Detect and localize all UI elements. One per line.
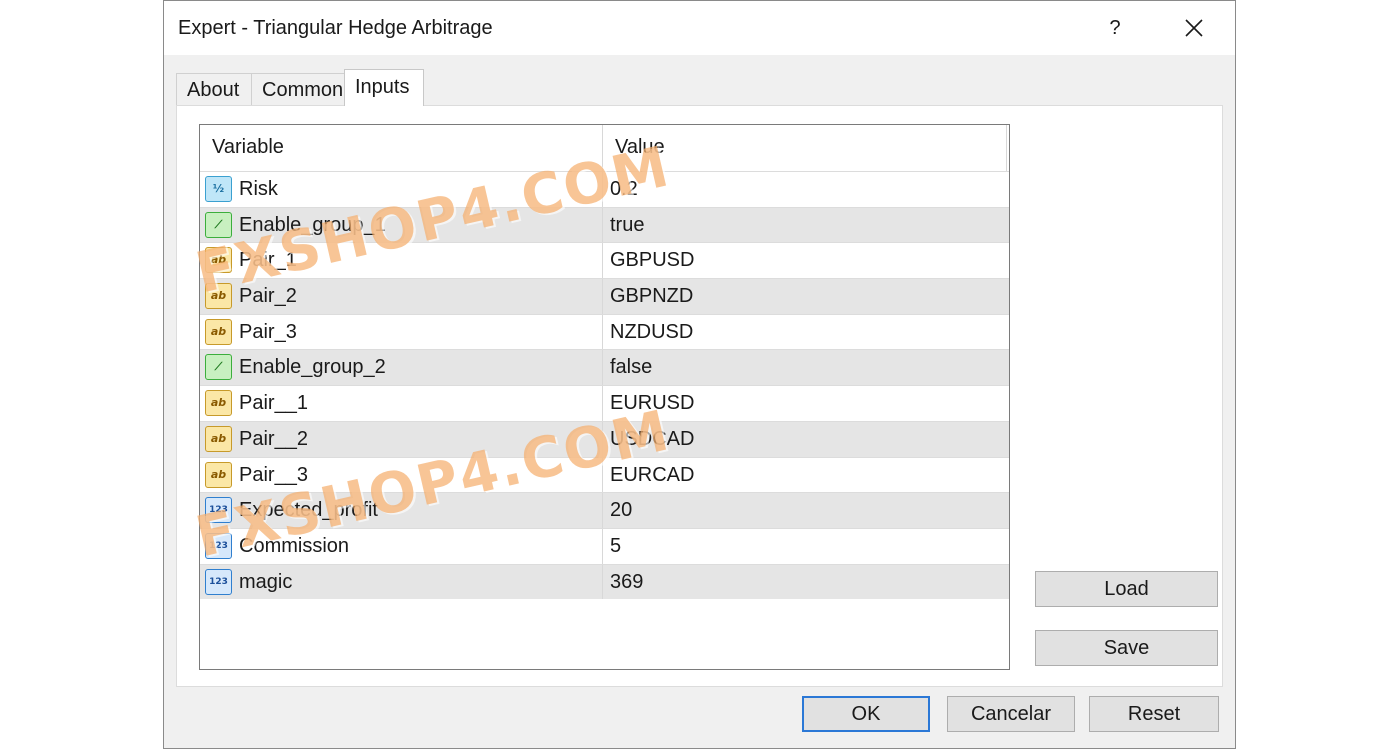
value-cell[interactable]: GBPNZD: [603, 279, 1007, 314]
close-icon: [1185, 19, 1203, 37]
boolean-icon: ⟋: [205, 211, 232, 238]
value-cell[interactable]: false: [603, 350, 1007, 385]
table-row[interactable]: ⟋ Enable_group_1 true: [200, 206, 1009, 243]
value-cell[interactable]: 0.2: [603, 172, 1007, 207]
variable-cell[interactable]: ab Pair__2: [200, 421, 603, 457]
variable-name: Expected_profit: [239, 499, 378, 522]
string-icon: ab: [205, 461, 232, 488]
column-header-variable[interactable]: Variable: [200, 125, 603, 171]
expert-dialog: Expert - Triangular Hedge Arbitrage ? Ab…: [163, 0, 1236, 749]
string-icon: ab: [205, 318, 232, 345]
variable-name: magic: [239, 570, 293, 593]
variable-cell[interactable]: ⟋ Enable_group_2: [200, 350, 603, 386]
variable-name: Commission: [239, 534, 350, 557]
string-icon: ab: [205, 247, 232, 274]
string-icon: ab: [205, 390, 232, 417]
variable-name: Enable_group_2: [239, 356, 386, 379]
table-row[interactable]: 123 magic 369: [200, 563, 1009, 600]
variable-cell[interactable]: 123 Expected_profit: [200, 493, 603, 528]
help-button[interactable]: ?: [1088, 9, 1142, 47]
table-row[interactable]: ½ Risk 0.2: [200, 171, 1009, 207]
value-cell[interactable]: true: [603, 208, 1007, 243]
string-icon: ab: [205, 425, 232, 452]
variable-cell[interactable]: ab Pair__1: [200, 386, 603, 421]
ok-button[interactable]: OK: [802, 696, 930, 732]
variable-cell[interactable]: ab Pair_1: [200, 243, 603, 279]
window-title: Expert - Triangular Hedge Arbitrage: [178, 17, 493, 39]
integer-icon: 123: [205, 568, 232, 595]
variable-name: Enable_group_1: [239, 213, 386, 236]
boolean-icon: ⟋: [205, 354, 232, 381]
variable-name: Pair__3: [239, 463, 308, 486]
variable-cell[interactable]: ½ Risk: [200, 172, 603, 207]
variable-cell[interactable]: ab Pair__3: [200, 457, 603, 493]
value-cell[interactable]: 20: [603, 493, 1007, 528]
column-header-value[interactable]: Value: [603, 125, 1007, 171]
variable-cell[interactable]: ab Pair_2: [200, 279, 603, 314]
variable-name: Pair_3: [239, 320, 297, 343]
table-row[interactable]: ab Pair__2 USDCAD: [200, 420, 1009, 457]
inputs-panel: Variable Value ½ Risk 0.2 ⟋ Enable_group_1 tr…: [176, 105, 1223, 687]
cancel-button[interactable]: Cancelar: [947, 696, 1075, 732]
value-cell[interactable]: GBPUSD: [603, 243, 1007, 278]
save-button[interactable]: Save: [1035, 630, 1218, 666]
inputs-grid: Variable Value ½ Risk 0.2 ⟋ Enable_group_1 tr…: [199, 124, 1010, 670]
variable-name: Risk: [239, 178, 278, 200]
value-cell[interactable]: EURUSD: [603, 386, 1007, 421]
table-row[interactable]: 123 Commission 5: [200, 527, 1009, 564]
grid-rows: ½ Risk 0.2 ⟋ Enable_group_1 true ab Pair_1 GBPUS…: [200, 171, 1009, 600]
variable-name: Pair__1: [239, 392, 308, 415]
title-bar: Expert - Triangular Hedge Arbitrage ?: [164, 1, 1235, 55]
table-row[interactable]: ab Pair_3 NZDUSD: [200, 313, 1009, 350]
variable-cell[interactable]: ab Pair_3: [200, 314, 603, 350]
table-row[interactable]: ab Pair_1 GBPUSD: [200, 242, 1009, 279]
integer-icon: 123: [205, 532, 232, 559]
table-row[interactable]: ab Pair__3 EURCAD: [200, 456, 1009, 493]
value-cell[interactable]: 5: [603, 529, 1007, 564]
variable-name: Pair_2: [239, 285, 297, 308]
integer-icon: 123: [205, 497, 232, 524]
reset-button[interactable]: Reset: [1089, 696, 1219, 732]
tab-about[interactable]: About: [176, 73, 252, 105]
value-cell[interactable]: EURCAD: [603, 458, 1007, 493]
tab-common[interactable]: Common: [251, 73, 345, 105]
table-row[interactable]: ab Pair_2 GBPNZD: [200, 278, 1009, 314]
table-row[interactable]: ⟋ Enable_group_2 false: [200, 349, 1009, 386]
variable-name: Pair_1: [239, 249, 297, 272]
variable-cell[interactable]: 123 magic: [200, 564, 603, 600]
value-cell[interactable]: USDCAD: [603, 422, 1007, 457]
variable-cell[interactable]: 123 Commission: [200, 528, 603, 564]
variable-name: Pair__2: [239, 427, 308, 450]
close-button[interactable]: [1164, 9, 1224, 47]
grid-header: Variable Value: [200, 125, 1009, 171]
load-button[interactable]: Load: [1035, 571, 1218, 607]
value-cell[interactable]: NZDUSD: [603, 315, 1007, 350]
table-row[interactable]: ab Pair__1 EURUSD: [200, 385, 1009, 421]
variable-cell[interactable]: ⟋ Enable_group_1: [200, 207, 603, 243]
value-cell[interactable]: 369: [603, 565, 1007, 600]
table-row[interactable]: 123 Expected_profit 20: [200, 492, 1009, 528]
string-icon: ab: [205, 283, 232, 310]
fraction-icon: ½: [205, 176, 232, 202]
tab-inputs[interactable]: Inputs: [344, 69, 424, 106]
